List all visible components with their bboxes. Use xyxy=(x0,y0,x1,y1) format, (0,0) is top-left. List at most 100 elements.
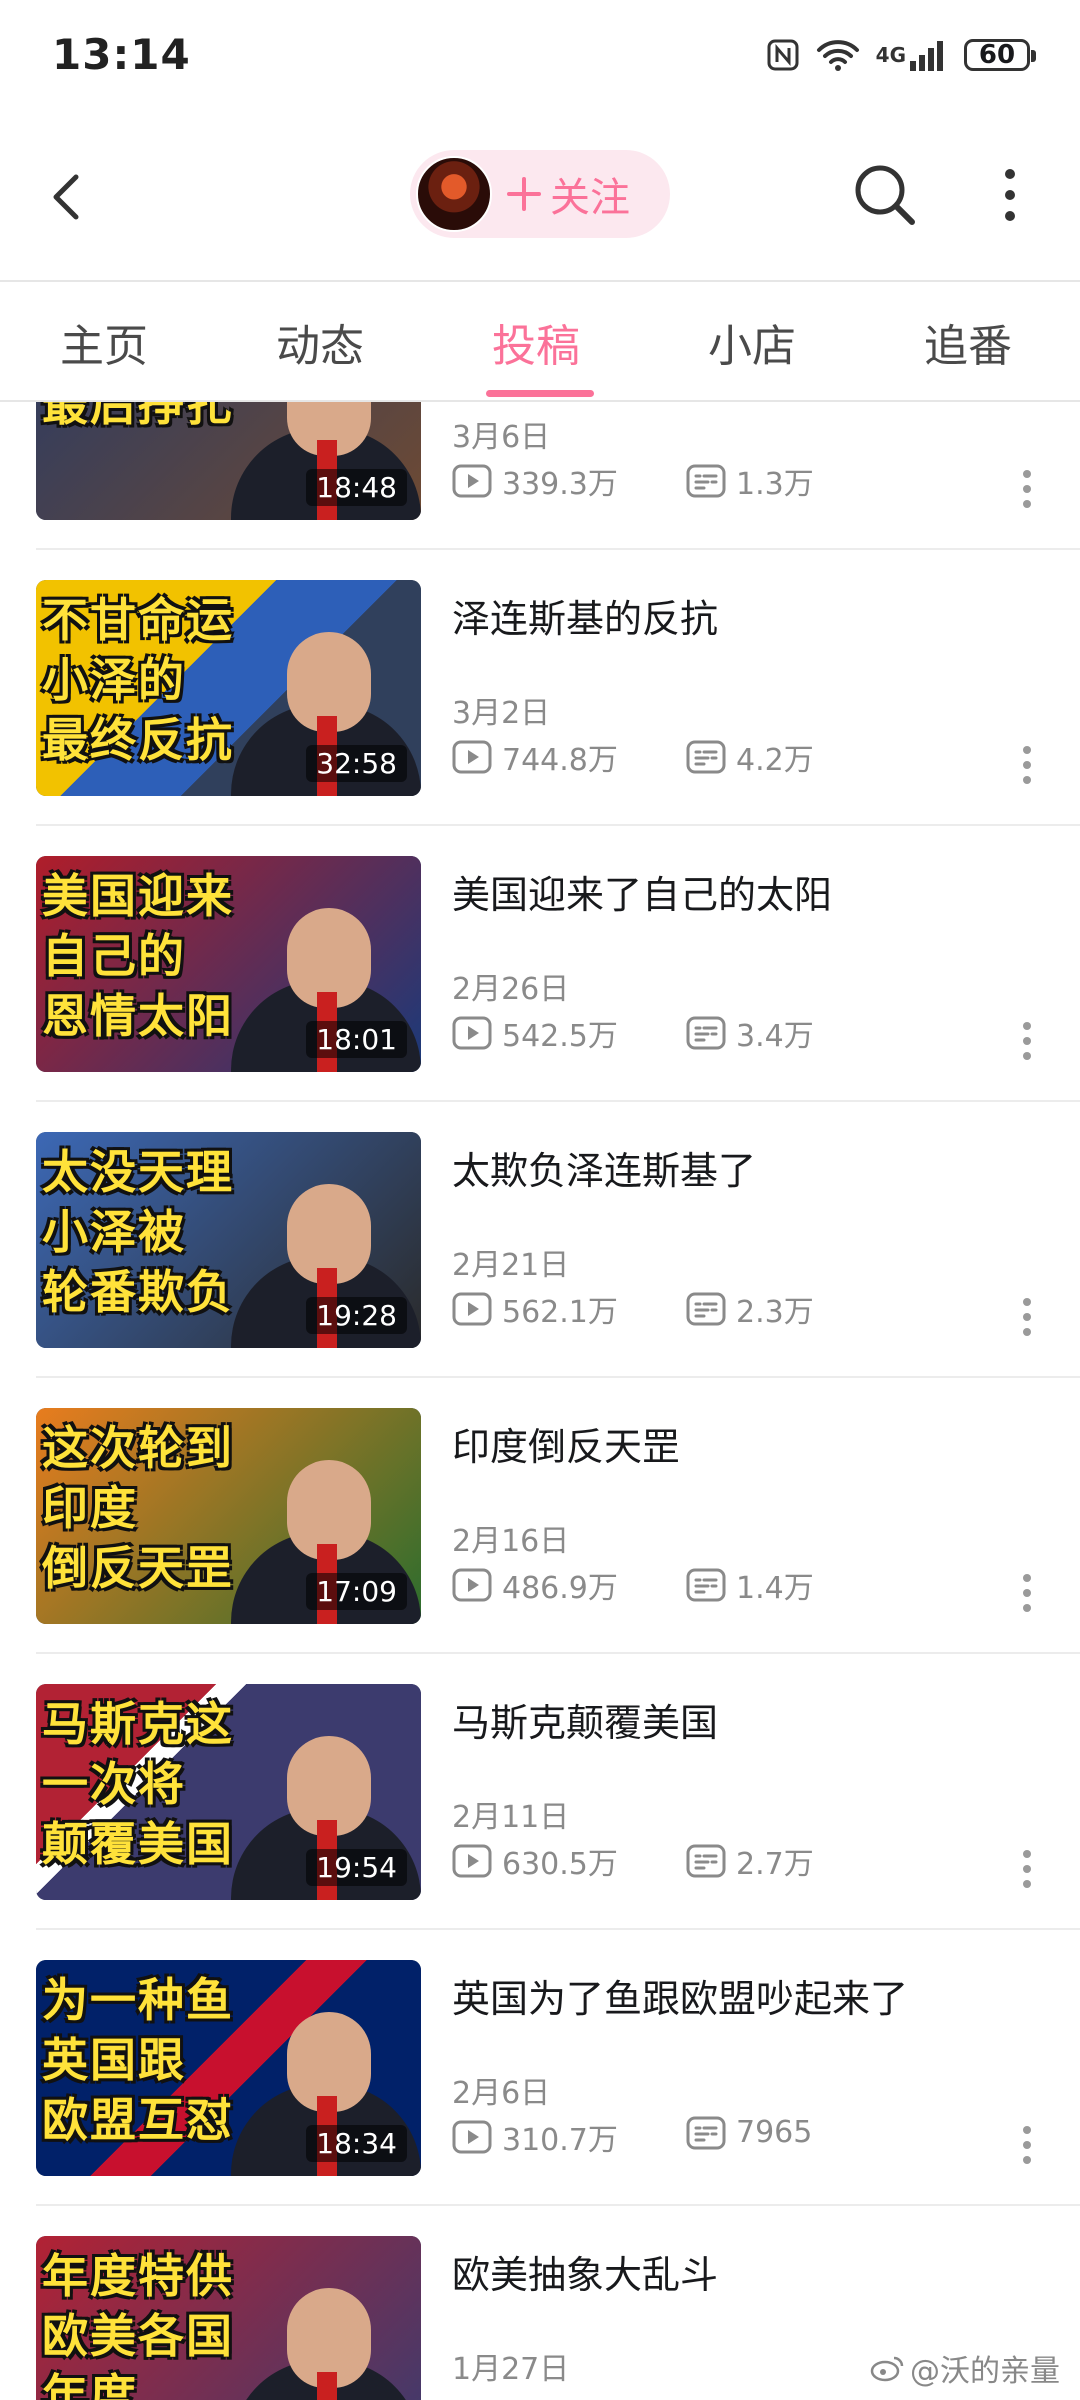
video-thumbnail[interactable]: 马斯克这 一次将 颠覆美国 19:54 xyxy=(36,1684,421,1900)
list-item[interactable]: 美国迎来 自己的 恩情太阳 18:01 美国迎来了自己的太阳 2月26日 542.5万 3.4… xyxy=(0,826,1080,1102)
danmaku-icon xyxy=(686,1844,726,1878)
thumbnail-caption-line: 太没天理 xyxy=(42,1145,234,1199)
more-vertical-icon xyxy=(1023,1574,1031,1612)
view-count-value: 310.7万 xyxy=(502,2123,618,2158)
thumbnail-caption-line: 为一种鱼 xyxy=(42,1973,234,2027)
thumbnail-caption-line: 恩情太阳 xyxy=(42,989,234,1043)
more-button[interactable] xyxy=(990,160,1030,230)
battery-indicator: 60 xyxy=(964,39,1036,71)
list-item[interactable]: 马斯克这 一次将 颠覆美国 19:54 马斯克颠覆美国 2月11日 630.5万 2.7万 xyxy=(0,1654,1080,1930)
play-count-icon xyxy=(452,1844,492,1878)
comment-count-value: 2.7万 xyxy=(736,1847,814,1882)
video-thumbnail[interactable]: 年度特供 欧美各国 年度 xyxy=(36,2236,421,2400)
list-item[interactable]: 为一种鱼 英国跟 欧盟互怼 18:34 英国为了鱼跟欧盟吵起来了 2月6日 310.7万 79… xyxy=(0,1930,1080,2206)
thumbnail-caption-line: 最终反抗 xyxy=(42,713,234,767)
more-vertical-icon xyxy=(1023,2126,1031,2164)
thumbnail-caption-line: 小泽被 xyxy=(42,1205,186,1259)
follow-button[interactable]: 关注 xyxy=(410,150,670,238)
thumbnail-caption-line: 最后挣扎 xyxy=(42,402,234,431)
thumbnail-caption-line: 不甘命运 xyxy=(42,593,234,647)
danmaku-icon xyxy=(686,464,726,498)
video-date: 2月6日 xyxy=(452,2076,551,2111)
tab-uploads[interactable]: 投稿 xyxy=(492,310,580,374)
thumbnail-caption-line: 英国跟 xyxy=(42,2033,186,2087)
video-title[interactable]: 太欺负泽连斯基了 xyxy=(452,1140,756,1195)
signal-icon xyxy=(910,41,943,71)
video-duration: 18:01 xyxy=(306,1021,407,1058)
video-more-button[interactable] xyxy=(1017,2120,1037,2170)
video-title[interactable]: 泽连斯基的反抗 xyxy=(452,588,718,643)
comment-count-value: 1.3万 xyxy=(736,467,814,502)
avatar[interactable] xyxy=(416,156,492,232)
video-title[interactable]: 马斯克颠覆美国 xyxy=(452,1692,718,1747)
danmaku-icon xyxy=(686,1016,726,1050)
thumbnail-caption: 这次轮到 印度 倒反天罡 xyxy=(42,1418,292,1598)
tab-shop[interactable]: 小店 xyxy=(708,310,796,374)
danmaku-icon xyxy=(686,2116,726,2149)
video-duration: 32:58 xyxy=(306,745,407,782)
tab-home[interactable]: 主页 xyxy=(60,310,148,374)
video-more-button[interactable] xyxy=(1017,740,1037,790)
comment-count-value: 3.4万 xyxy=(736,1019,814,1054)
view-count: 339.3万 xyxy=(452,459,618,503)
search-button[interactable] xyxy=(850,160,920,230)
video-thumbnail[interactable]: 为一种鱼 英国跟 欧盟互怼 18:34 xyxy=(36,1960,421,2176)
comment-count-value: 7965 xyxy=(736,2115,813,2150)
video-more-button[interactable] xyxy=(1017,1292,1037,1342)
play-count-icon xyxy=(452,1016,492,1050)
thumbnail-caption-line: 小泽的 xyxy=(42,653,186,707)
video-thumbnail[interactable]: 尹锡悦最后挣扎 18:48 xyxy=(36,402,421,520)
view-count-value: 630.5万 xyxy=(502,1847,618,1882)
view-count-value: 486.9万 xyxy=(502,1571,618,1606)
video-thumbnail[interactable]: 太没天理 小泽被 轮番欺负 19:28 xyxy=(36,1132,421,1348)
video-more-button[interactable] xyxy=(1017,464,1037,514)
video-thumbnail[interactable]: 不甘命运小泽的最终反抗 32:58 xyxy=(36,580,421,796)
tab-bangumi[interactable]: 追番 xyxy=(924,310,1012,374)
thumbnail-caption: 为一种鱼 英国跟 欧盟互怼 xyxy=(42,1970,292,2150)
video-title[interactable]: 英国为了鱼跟欧盟吵起来了 xyxy=(452,1968,908,2023)
thumbnail-caption-line: 美国迎来 xyxy=(42,869,234,923)
view-count-value: 744.8万 xyxy=(502,743,618,778)
video-more-button[interactable] xyxy=(1017,1568,1037,1618)
list-item[interactable]: 这次轮到 印度 倒反天罡 17:09 印度倒反天罡 2月16日 486.9万 1.4万 xyxy=(0,1378,1080,1654)
tab-dynamics[interactable]: 动态 xyxy=(276,310,364,374)
app-header: 关注 xyxy=(0,115,1080,280)
comment-count: 4.2万 xyxy=(686,735,814,779)
wifi-icon xyxy=(816,40,859,71)
nfc-icon xyxy=(767,39,799,71)
comment-count-value: 2.3万 xyxy=(736,1295,814,1330)
watermark-text: @沃的亲量 xyxy=(910,2354,1060,2389)
video-more-button[interactable] xyxy=(1017,1016,1037,1066)
list-item[interactable]: 不甘命运 小泽的 最终反抗 32:58 泽连斯基的反抗 3月2日 744.8万 4.2万 xyxy=(0,550,1080,826)
video-more-button[interactable] xyxy=(1017,1844,1037,1894)
danmaku-icon xyxy=(686,1568,726,1602)
danmaku-icon xyxy=(686,740,726,774)
more-vertical-icon xyxy=(1023,1298,1031,1336)
comment-count: 3.4万 xyxy=(686,1011,814,1055)
plus-icon xyxy=(507,177,541,211)
list-item[interactable]: 尹锡悦最后挣扎 18:48 3月6日 339.3万 1.3万 xyxy=(0,402,1080,550)
watermark: @沃的亲量 xyxy=(870,2346,1060,2390)
thumbnail-caption-line: 年度特供 xyxy=(42,2249,234,2303)
comment-count: 2.3万 xyxy=(686,1287,814,1331)
view-count: 744.8万 xyxy=(452,735,618,779)
video-title[interactable]: 欧美抽象大乱斗 xyxy=(452,2244,718,2299)
thumbnail-caption: 太没天理 小泽被 轮番欺负 xyxy=(42,1142,292,1322)
video-duration: 19:28 xyxy=(306,1297,407,1334)
video-thumbnail[interactable]: 美国迎来 自己的 恩情太阳 18:01 xyxy=(36,856,421,1072)
video-list: 尹锡悦最后挣扎 18:48 3月6日 339.3万 1.3万不甘命运小泽的最终反抗 32:… xyxy=(0,402,1080,2400)
play-count-icon xyxy=(452,740,492,774)
video-title[interactable]: 印度倒反天罡 xyxy=(452,1416,680,1471)
thumbnail-caption: 尹锡悦最后挣扎 xyxy=(42,402,292,434)
more-vertical-icon xyxy=(1023,470,1031,508)
video-title[interactable]: 美国迎来了自己的太阳 xyxy=(452,864,832,919)
thumbnail-caption-line: 倒反天罡 xyxy=(42,1541,234,1595)
video-date: 2月11日 xyxy=(452,1800,570,1835)
list-item[interactable]: 太没天理 小泽被 轮番欺负 19:28 太欺负泽连斯基了 2月21日 562.1万 2.3万 xyxy=(0,1102,1080,1378)
thumbnail-caption: 不甘命运小泽的最终反抗 xyxy=(42,590,292,770)
view-count-value: 562.1万 xyxy=(502,1295,618,1330)
status-time: 13:14 xyxy=(52,30,191,79)
video-thumbnail[interactable]: 这次轮到 印度 倒反天罡 17:09 xyxy=(36,1408,421,1624)
view-count-value: 339.3万 xyxy=(502,467,618,502)
back-button[interactable] xyxy=(38,155,98,235)
